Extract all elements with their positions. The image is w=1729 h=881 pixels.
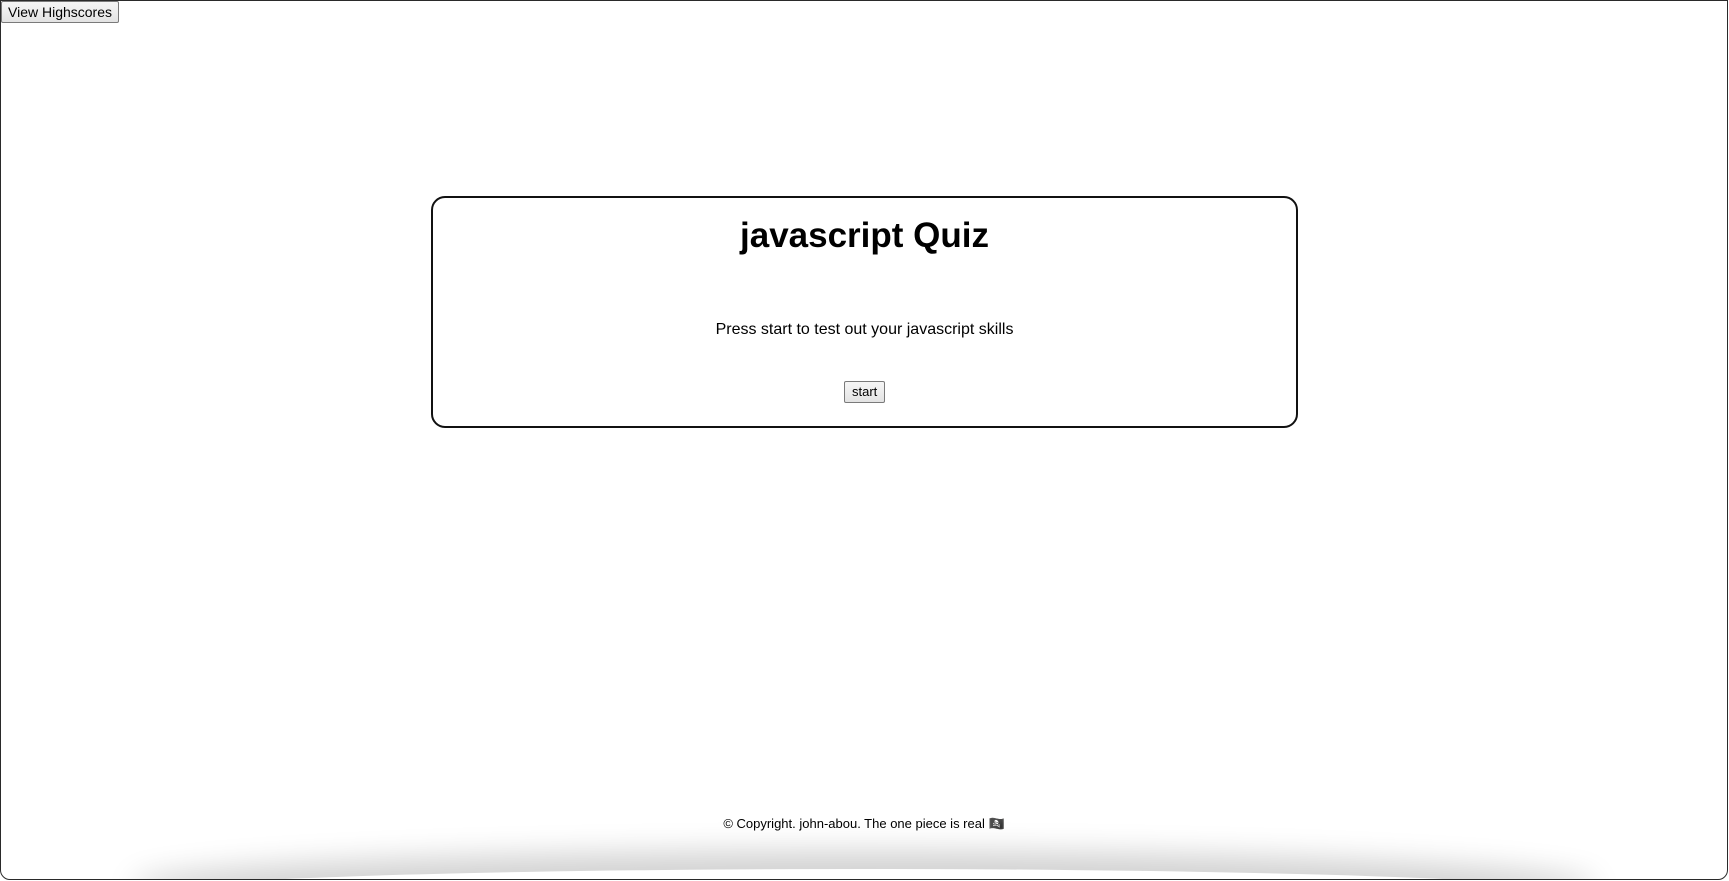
start-button[interactable]: start <box>844 381 886 403</box>
view-highscores-button[interactable]: View Highscores <box>1 1 120 23</box>
page-viewport: View Highscores javascript Quiz Press st… <box>0 0 1728 880</box>
footer-shadow <box>141 869 1587 879</box>
quiz-title: javascript Quiz <box>740 216 989 255</box>
quiz-card: javascript Quiz Press start to test out … <box>431 196 1298 428</box>
footer-copyright: © Copyright. john-abou. The one piece is… <box>723 816 1005 831</box>
quiz-description: Press start to test out your javascript … <box>715 321 1014 338</box>
